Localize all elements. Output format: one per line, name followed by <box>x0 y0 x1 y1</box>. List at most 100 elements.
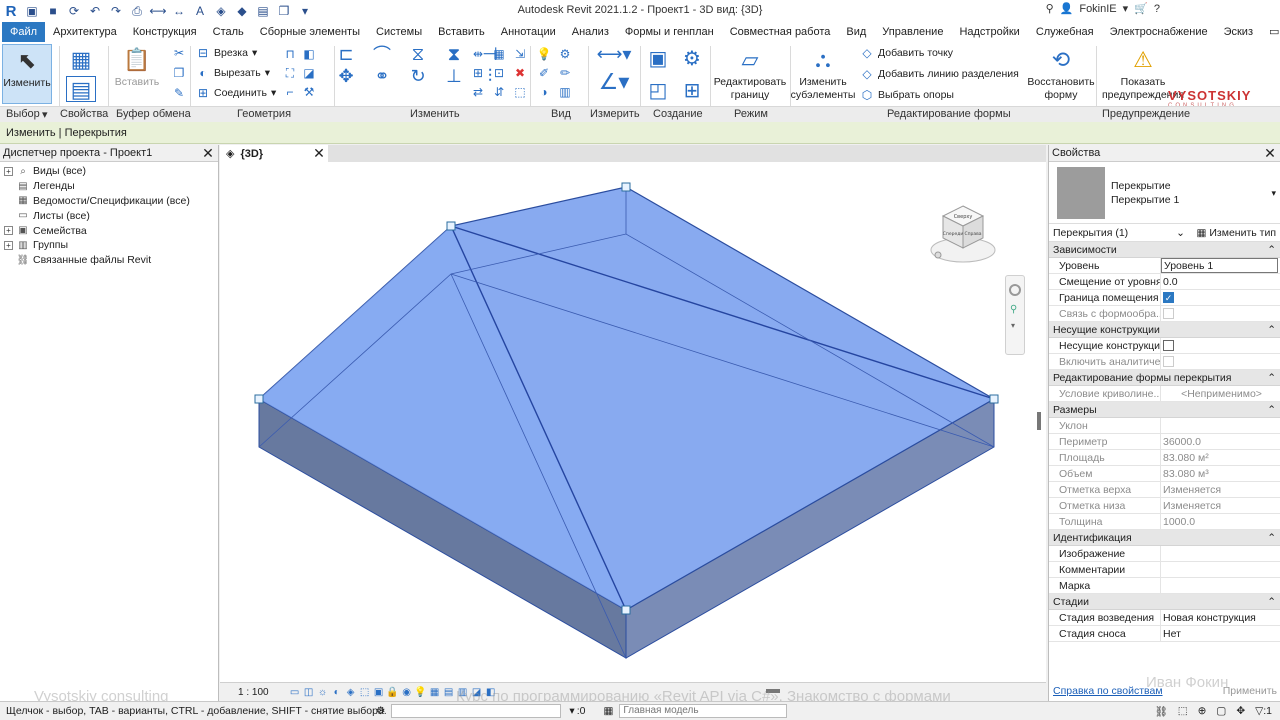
qat-dropdown-icon[interactable]: ▾ <box>296 2 314 20</box>
create-assembly-icon[interactable]: ▣ <box>644 44 672 72</box>
property-group-header[interactable]: Зависимости ⌃ <box>1049 242 1280 258</box>
workset-field[interactable] <box>391 704 562 718</box>
ribbon-tab[interactable]: Формы и генплан <box>617 22 722 42</box>
home-icon[interactable] <box>934 251 942 259</box>
show-crop-icon[interactable]: ▣ <box>373 686 385 698</box>
collapse-icon[interactable]: ⌃ <box>1267 370 1276 385</box>
render-icon[interactable]: ◈ <box>345 686 357 698</box>
select-pinned-icon[interactable]: ⊕ <box>1198 705 1207 718</box>
rotate-icon[interactable]: ↻ <box>410 66 426 86</box>
property-group-header[interactable]: Редактирование формы перекрытия ⌃ <box>1049 370 1280 386</box>
unpin-icon[interactable]: ⊡ <box>491 65 507 81</box>
select-underlay-icon[interactable]: ⬚ <box>1178 705 1188 718</box>
text-icon[interactable]: A <box>191 2 209 20</box>
select-by-face-icon[interactable]: ▢ <box>1216 705 1226 718</box>
vertex-handle[interactable] <box>446 221 456 231</box>
lock-view-icon[interactable]: 🔒 <box>386 686 398 698</box>
ribbon-tab[interactable]: Аннотации <box>493 22 564 42</box>
expand-icon[interactable]: + <box>4 240 13 250</box>
paste-button[interactable]: 📋 Вставить <box>114 44 160 89</box>
ribbon-tab[interactable]: Вид <box>838 22 874 42</box>
pick-supports-button[interactable]: ⬡ Выбрать опоры <box>860 88 954 102</box>
filter-dropdown-icon[interactable]: ⌄ <box>1176 227 1185 239</box>
ribbon-tab[interactable]: Анализ <box>564 22 617 42</box>
type-dropdown-icon[interactable]: ▾ <box>1271 188 1276 199</box>
vertical-scrollbar[interactable] <box>1037 412 1041 430</box>
property-group-header[interactable]: Идентификация ⌃ <box>1049 530 1280 546</box>
viewcube-right-label[interactable]: Справа <box>964 231 981 237</box>
design-options-icon[interactable]: ▦ <box>603 705 613 717</box>
cut-tool[interactable]: ✂ <box>172 46 186 60</box>
viewcube-top-label[interactable]: Сверху <box>954 214 973 220</box>
ribbon-tab[interactable]: Файл <box>2 22 46 42</box>
beam-join-icon[interactable]: ⌐ <box>282 84 298 100</box>
3d-view[interactable]: ◈ {3D} ✕ Сверху Спереди Справа ⚲ ▾ 1: 1… <box>220 145 1046 701</box>
tree-item[interactable]: + ⌕ Виды (все) <box>0 164 218 179</box>
wall-joins-icon[interactable]: ⊓ <box>282 46 298 62</box>
angle-icon[interactable]: ∠▾ <box>596 69 632 94</box>
redo-icon[interactable]: ↷ <box>107 2 125 20</box>
modify-subelements-button[interactable]: ⛬ Изменить субэлементы <box>791 44 856 102</box>
ribbon-tab[interactable]: Сталь <box>205 22 252 42</box>
property-value[interactable]: 0.0 <box>1161 274 1280 289</box>
create-parts-icon[interactable]: ⚙ <box>678 44 706 72</box>
view-tab-3d[interactable]: ◈ {3D} ✕ <box>220 145 328 162</box>
section-icon[interactable]: ◆ <box>233 2 251 20</box>
collapse-icon[interactable]: ⌃ <box>1267 594 1276 609</box>
zoom-icon[interactable]: ⚲ <box>1010 304 1020 315</box>
ribbon-tab[interactable]: Вставить <box>430 22 493 42</box>
property-value[interactable]: Нет <box>1161 626 1280 641</box>
nav-dropdown-icon[interactable]: ▾ <box>1011 321 1019 330</box>
tree-item[interactable]: ▦ Ведомости/Спецификации (все) <box>0 194 218 209</box>
ribbon-tab[interactable]: Совместная работа <box>722 22 839 42</box>
create-similar-icon[interactable]: ⊞ <box>678 76 706 104</box>
switch-windows-icon[interactable]: ❐ <box>275 2 293 20</box>
split-gap-icon[interactable]: ⇹ <box>470 46 486 62</box>
ribbon-tab[interactable]: Управление <box>874 22 951 42</box>
cut-geometry-button[interactable]: ◐ Вырезать ▾ <box>196 66 270 80</box>
property-value[interactable] <box>1161 354 1280 369</box>
filter-icon[interactable]: ▾ <box>569 705 574 717</box>
type-selector[interactable]: Перекрытие Перекрытие 1 ▾ <box>1049 162 1280 224</box>
ribbon-tab[interactable]: Архитектура <box>45 22 125 42</box>
property-group-header[interactable]: Несущие конструкции ⌃ <box>1049 322 1280 338</box>
vertex-handle[interactable] <box>254 394 264 404</box>
lock-icon[interactable]: ⇄ <box>470 84 486 100</box>
join-geometry-button[interactable]: ⊞ Соединить ▾ <box>196 86 276 100</box>
instance-filter[interactable]: Перекрытия (1) ⌄ <box>1053 227 1185 239</box>
visual-style-icon[interactable]: ◫ <box>303 686 315 698</box>
sun-path-icon[interactable]: ☼ <box>317 686 329 698</box>
property-value[interactable]: Уровень 1 <box>1161 258 1278 273</box>
remove-paint-icon[interactable]: ⚒ <box>301 84 317 100</box>
close-icon[interactable]: ✕ <box>201 145 215 162</box>
reveal-hidden-icon[interactable]: 💡 <box>414 686 426 698</box>
split-face-icon[interactable]: ◧ <box>301 46 317 62</box>
revit-logo-icon[interactable]: R <box>2 2 20 20</box>
edit-type-button[interactable]: ▦ Изменить тип <box>1196 227 1276 239</box>
worksets-icon[interactable]: ⚙ <box>376 705 385 717</box>
property-value[interactable]: ✓ <box>1161 290 1280 305</box>
ribbon-tab[interactable]: Системы <box>368 22 430 42</box>
design-option-field[interactable]: Главная модель <box>619 704 788 718</box>
ribbon-tab[interactable]: Конструкция <box>125 22 205 42</box>
tree-item[interactable]: ▤ Легенды <box>0 179 218 194</box>
match-tool[interactable]: ✎ <box>172 86 186 100</box>
measure-distance-icon[interactable]: ⟷▾ <box>596 44 632 64</box>
3d-view-icon[interactable]: ◈ <box>212 2 230 20</box>
copy-element-icon[interactable]: ⚭ <box>374 66 390 86</box>
align-icon[interactable]: ⊏ <box>338 44 354 64</box>
user-name[interactable]: FokinIE <box>1079 3 1116 15</box>
panel-select-dropdown-icon[interactable]: ▾ <box>42 108 48 121</box>
measure-icon[interactable]: ⟷ <box>149 2 167 20</box>
copy-tool[interactable]: ❐ <box>172 66 186 80</box>
binoculars-icon[interactable]: ⚲ <box>1046 2 1054 15</box>
close-properties-icon[interactable]: ✕ <box>1263 145 1277 162</box>
close-tab-icon[interactable]: ✕ <box>312 145 326 162</box>
print-icon[interactable]: ⎙ <box>128 2 146 20</box>
navigation-bar[interactable]: ⚲ ▾ <box>1005 275 1025 355</box>
hide-icon[interactable]: ◑ <box>536 84 552 100</box>
offset-icon[interactable]: ⌒ <box>373 45 391 65</box>
apply-button[interactable]: Применить <box>1223 685 1277 697</box>
ribbon-tab[interactable]: Электроснабжение <box>1102 22 1216 42</box>
tree-item[interactable]: + ▣ Семейства <box>0 223 218 238</box>
